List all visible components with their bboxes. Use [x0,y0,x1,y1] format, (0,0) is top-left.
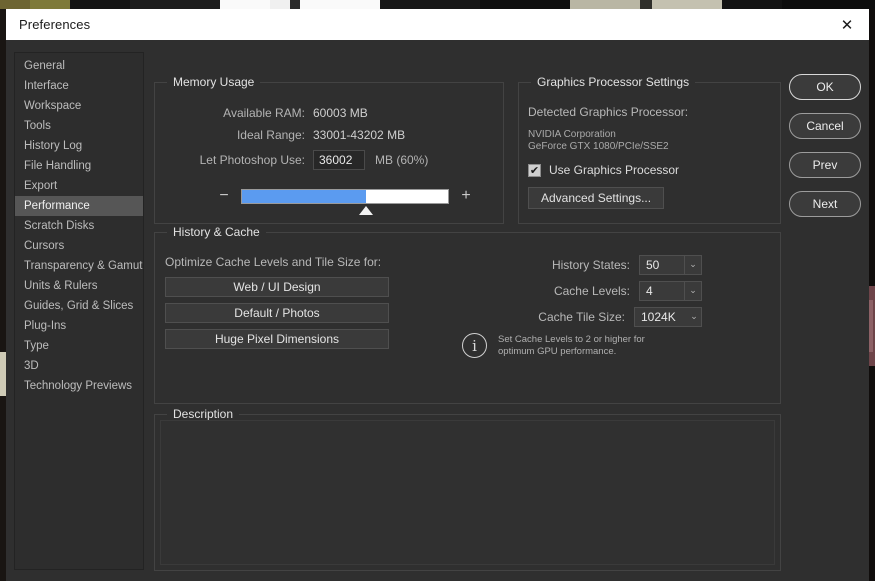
graphics-processor-group: Graphics Processor Settings Detected Gra… [518,75,781,224]
available-ram-row: Available RAM: 60003 MB [155,106,503,120]
bg-tile-12 [640,0,652,9]
bg-tile-10 [480,0,570,9]
preferences-category-list[interactable]: General Interface Workspace Tools History Lo… [14,52,144,570]
description-text [160,420,775,565]
cache-hint-line1: Set Cache Levels to 2 or higher for [498,333,645,345]
sidebar-item-3d[interactable]: 3D [15,356,143,376]
available-ram-value: 60003 MB [313,106,368,120]
let-photoshop-use-label: Let Photoshop Use: [199,153,305,167]
cache-tile-size-row: Cache Tile Size: 1024K ⌄ [538,307,702,327]
optimize-default-photos-button[interactable]: Default / Photos [165,303,389,323]
detected-gpu-label: Detected Graphics Processor: [528,105,689,119]
history-states-value: 50 [646,258,660,272]
description-legend: Description [167,407,240,421]
optimize-web-ui-button[interactable]: Web / UI Design [165,277,389,297]
cache-levels-value: 4 [646,284,653,298]
bg-tile-2 [30,0,70,9]
bg-tile-5 [220,0,270,9]
bg-tile-4 [130,0,220,9]
checkbox-icon[interactable]: ✔ [528,163,541,177]
dialog-title: Preferences [19,17,91,32]
close-icon[interactable]: ✕ [825,9,869,40]
cache-tile-size-label: Cache Tile Size: [538,310,625,324]
ideal-range-value: 33001-43202 MB [313,128,406,142]
chevron-down-icon[interactable]: ⌄ [684,256,701,274]
sidebar-item-type[interactable]: Type [15,336,143,356]
bg-tile-6 [270,0,290,9]
sidebar-item-tools[interactable]: Tools [15,116,143,136]
ok-button[interactable]: OK [789,74,861,100]
sidebar-item-interface[interactable]: Interface [15,76,143,96]
cache-hint: i Set Cache Levels to 2 or higher for op… [462,333,702,358]
available-ram-label: Available RAM: [223,106,305,120]
memory-percent-label: MB (60%) [375,153,429,167]
cache-tile-size-value: 1024K [641,310,676,324]
bg-tile-8 [300,0,380,9]
ideal-range-row: Ideal Range: 33001-43202 MB [155,128,503,142]
advanced-settings-button[interactable]: Advanced Settings... [528,187,665,209]
use-graphics-processor-checkbox[interactable]: ✔ Use Graphics Processor [528,163,679,177]
bg-tile-1 [0,0,30,9]
history-states-label: History States: [551,258,630,272]
memory-amount-input[interactable] [313,150,365,170]
sidebar-item-general[interactable]: General [15,56,143,76]
memory-slider-fill [242,189,366,203]
sidebar-item-transparency-gamut[interactable]: Transparency & Gamut [15,256,143,276]
gpu-vendor: NVIDIA Corporation [528,129,616,140]
history-states-dropdown[interactable]: 50 ⌄ [639,255,702,275]
sidebar-item-history-log[interactable]: History Log [15,136,143,156]
sidebar-item-file-handling[interactable]: File Handling [15,156,143,176]
bg-tile-14 [722,0,782,9]
cache-levels-row: Cache Levels: 4 ⌄ [554,281,702,301]
sidebar-item-workspace[interactable]: Workspace [15,96,143,116]
memory-slider-track[interactable] [241,188,449,215]
preferences-dialog: Preferences ✕ General Interface Workspace T… [6,9,869,581]
optimize-huge-pixel-button[interactable]: Huge Pixel Dimensions [165,329,389,349]
ideal-range-label: Ideal Range: [236,128,305,142]
let-photoshop-use-row: Let Photoshop Use: MB (60%) [155,150,503,170]
graphics-processor-legend: Graphics Processor Settings [531,75,696,89]
history-cache-legend: History & Cache [167,225,266,239]
bg-tile-9 [380,0,480,9]
bg-tile-7 [290,0,300,9]
gpu-model: GeForce GTX 1080/PCIe/SSE2 [528,141,669,152]
history-states-row: History States: 50 ⌄ [552,255,702,275]
sidebar-item-export[interactable]: Export [15,176,143,196]
sidebar-item-plug-ins[interactable]: Plug-Ins [15,316,143,336]
memory-usage-legend: Memory Usage [167,75,261,89]
sidebar-item-units-rulers[interactable]: Units & Rulers [15,276,143,296]
description-group: Description [154,407,781,571]
sidebar-item-cursors[interactable]: Cursors [15,236,143,256]
sidebar-item-guides-grid-slices[interactable]: Guides, Grid & Slices [15,296,143,316]
memory-slider-thumb[interactable] [358,205,373,215]
use-graphics-processor-label: Use Graphics Processor [549,163,680,177]
next-button[interactable]: Next [789,191,861,217]
bg-tile-13 [652,0,722,9]
decrease-icon[interactable]: − [215,188,233,204]
dialog-action-buttons: OK Cancel Prev Next [789,74,861,217]
prev-button[interactable]: Prev [789,152,861,178]
history-cache-group: History & Cache Optimize Cache Levels an… [154,225,781,404]
cache-levels-dropdown[interactable]: 4 ⌄ [639,281,702,301]
bg-tile-11 [570,0,640,9]
cache-tile-size-dropdown[interactable]: 1024K ⌄ [634,307,702,327]
increase-icon[interactable]: + [457,188,475,204]
cache-hint-text: Set Cache Levels to 2 or higher for opti… [498,334,645,358]
optimize-cache-label: Optimize Cache Levels and Tile Size for: [165,255,382,269]
chevron-down-icon[interactable]: ⌄ [687,308,701,326]
chevron-down-icon[interactable]: ⌄ [684,282,701,300]
dialog-titlebar: Preferences ✕ [6,9,869,40]
sidebar-item-performance[interactable]: Performance [15,196,143,216]
memory-slider[interactable]: − + [215,181,475,215]
cache-hint-line2: optimum GPU performance. [498,345,617,357]
memory-usage-group: Memory Usage Available RAM: 60003 MB Ide… [154,75,504,224]
bg-tile-15 [782,0,875,9]
bg-tile-3 [70,0,130,9]
info-icon: i [462,333,487,358]
dialog-body: General Interface Workspace Tools History Lo… [6,40,869,581]
cache-levels-label: Cache Levels: [553,284,630,298]
cancel-button[interactable]: Cancel [789,113,861,139]
sidebar-item-technology-previews[interactable]: Technology Previews [15,376,143,396]
sidebar-item-scratch-disks[interactable]: Scratch Disks [15,216,143,236]
